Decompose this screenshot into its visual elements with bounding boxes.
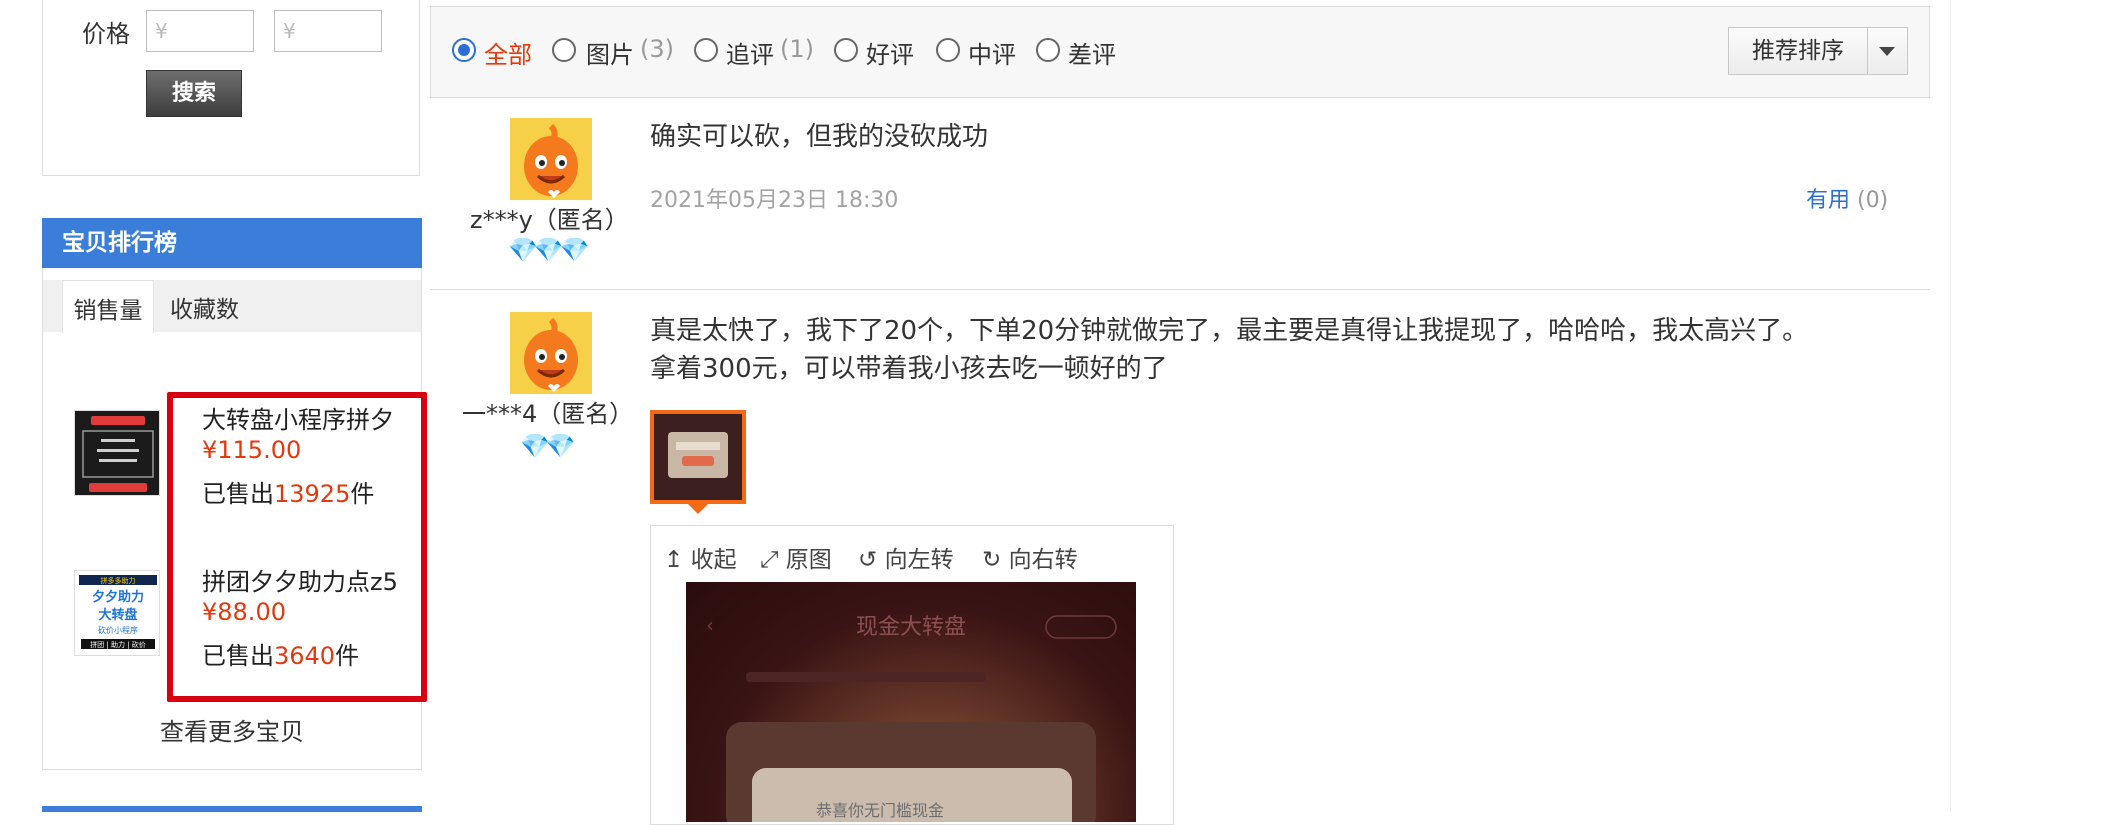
review-date: 2021年05月23日 18:30 <box>650 188 899 213</box>
right-gutter <box>1950 0 2102 812</box>
useful-button[interactable]: 有用 (0) <box>1806 182 1888 214</box>
svg-text:夕夕助力: 夕夕助力 <box>92 589 144 605</box>
product-thumbnail[interactable]: 拼多多助力 夕夕助力 大转盘 砍价小程序 拼团 | 助力 | 砍价 <box>74 570 160 656</box>
filter-followup-count: (1) <box>780 35 814 63</box>
collapse-button[interactable]: ↥ 收起 <box>664 540 737 574</box>
radio-positive[interactable] <box>834 38 858 62</box>
svg-text:拼团 | 助力 | 砍价: 拼团 | 助力 | 砍价 <box>90 640 146 649</box>
product-image-icon: 拼多多助力 夕夕助力 大转盘 砍价小程序 拼团 | 助力 | 砍价 <box>75 571 159 655</box>
product-image-icon <box>75 411 159 495</box>
rotate-left-icon: ↺ <box>858 547 885 573</box>
filter-images-count: (3) <box>640 35 674 63</box>
chevron-down-icon[interactable] <box>1879 47 1895 56</box>
sort-label[interactable]: 推荐排序 <box>1729 28 1868 74</box>
tab-favorites[interactable]: 收藏数 <box>170 280 239 332</box>
review-divider <box>430 289 1930 290</box>
search-button[interactable]: 搜索 <box>146 70 242 117</box>
view-more-products-link[interactable]: 查看更多宝贝 <box>160 712 304 747</box>
mascot-avatar-icon <box>510 312 592 394</box>
avatar <box>510 118 592 200</box>
expand-icon: ⤢ <box>760 547 786 573</box>
reviewer-nickname: z***y（匿名） <box>470 206 629 234</box>
reviewer-nickname: 一***4（匿名） <box>462 400 634 428</box>
photo-icon <box>654 414 742 500</box>
filter-negative-label[interactable]: 差评 <box>1068 35 1116 70</box>
radio-followup[interactable] <box>694 38 718 62</box>
review-content-line2: 拿着300元，可以带着我小孩去吃一顿好的了 <box>650 354 1168 384</box>
tab-sales[interactable]: 销售量 <box>62 280 154 333</box>
next-panel-header <box>42 806 422 812</box>
ranking-title: 宝贝排行榜 <box>42 218 422 268</box>
review-photo-thumbnail[interactable] <box>650 410 746 504</box>
review-photo-large: 现金大转盘 ‹ 恭喜你无门槛现金 <box>686 582 1136 822</box>
avatar <box>510 312 592 394</box>
radio-neutral[interactable] <box>936 38 960 62</box>
svg-text:砍价小程序: 砍价小程序 <box>98 625 138 635</box>
radio-all[interactable] <box>452 38 476 62</box>
mascot-avatar-icon <box>510 118 592 200</box>
svg-text:拼多多助力: 拼多多助力 <box>101 576 136 585</box>
svg-text:恭喜你无门槛现金: 恭喜你无门槛现金 <box>816 801 944 820</box>
arrow-up-icon: ↥ <box>664 547 691 573</box>
thumbnail-pointer <box>688 504 708 514</box>
radio-negative[interactable] <box>1036 38 1060 62</box>
price-min-input[interactable]: ¥ <box>146 10 254 52</box>
original-image-button[interactable]: ⤢ 原图 <box>760 540 832 574</box>
filter-images-label[interactable]: 图片 <box>586 35 634 70</box>
svg-text:大转盘: 大转盘 <box>98 607 137 623</box>
filter-positive-label[interactable]: 好评 <box>866 35 914 70</box>
review-content-line1: 真是太快了，我下了20个，下单20分钟就做完了，最主要是真得让我提现了，哈哈哈，… <box>650 316 1809 346</box>
gem-level-icon: 💎💎💎 <box>508 236 590 264</box>
price-label: 价格 <box>82 20 130 48</box>
product-thumbnail[interactable] <box>74 410 160 496</box>
rotate-left-button[interactable]: ↺ 向左转 <box>858 540 954 574</box>
filter-neutral-label[interactable]: 中评 <box>968 35 1016 70</box>
filter-all-label[interactable]: 全部 <box>484 35 532 70</box>
sort-dropdown[interactable]: 推荐排序 <box>1728 27 1908 75</box>
phone-screenshot-image: 现金大转盘 ‹ 恭喜你无门槛现金 <box>706 613 1117 822</box>
highlight-annotation-box <box>167 392 427 702</box>
svg-text:‹: ‹ <box>706 613 714 637</box>
price-max-input[interactable]: ¥ <box>274 10 382 52</box>
filter-followup-label[interactable]: 追评 <box>726 35 774 70</box>
gem-level-icon: 💎💎 <box>520 432 576 460</box>
rotate-right-button[interactable]: ↻ 向右转 <box>982 540 1078 574</box>
radio-images[interactable] <box>552 38 576 62</box>
svg-text:现金大转盘: 现金大转盘 <box>856 615 966 640</box>
rotate-right-icon: ↻ <box>982 547 1009 573</box>
review-content: 确实可以砍，但我的没砍成功 <box>650 122 989 152</box>
